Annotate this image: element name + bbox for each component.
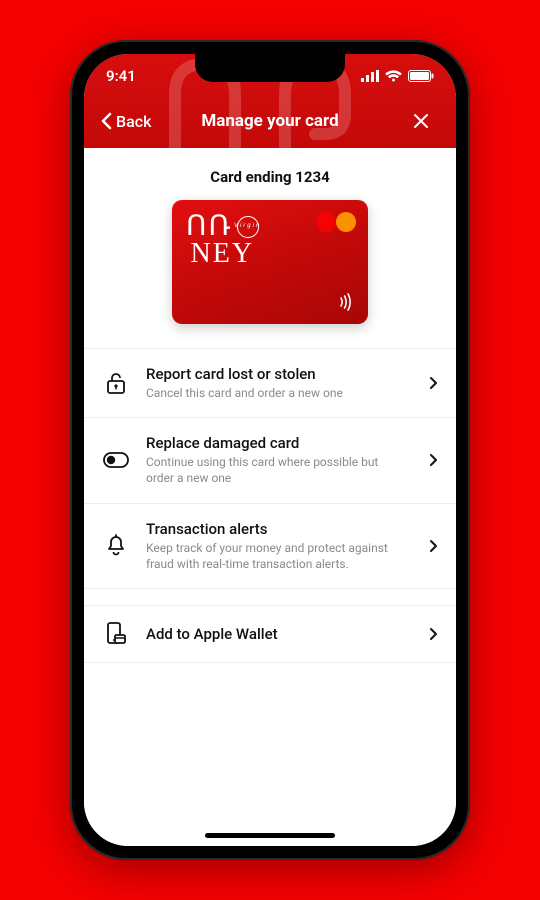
action-replace-card[interactable]: Replace damaged card Continue using this… bbox=[84, 418, 456, 503]
action-transaction-alerts[interactable]: Transaction alerts Keep track of your mo… bbox=[84, 504, 456, 589]
stage: 9:41 bbox=[0, 0, 540, 900]
lock-icon bbox=[105, 371, 127, 395]
content: Card ending 1234 ՈՌ Virgin NEY bbox=[84, 148, 456, 846]
home-indicator[interactable] bbox=[205, 833, 335, 838]
status-icons bbox=[361, 70, 434, 82]
contactless-icon bbox=[338, 292, 356, 312]
virgin-badge-icon: Virgin bbox=[237, 216, 259, 238]
card-title: Card ending 1234 bbox=[84, 168, 456, 186]
action-lost-stolen[interactable]: Report card lost or stolen Cancel this c… bbox=[84, 349, 456, 418]
chevron-right-icon bbox=[429, 539, 438, 553]
list-gap bbox=[84, 589, 456, 599]
status-time: 9:41 bbox=[106, 67, 136, 85]
page-title: Manage your card bbox=[201, 111, 338, 131]
action-label: Add to Apple Wallet bbox=[146, 625, 413, 643]
card-brand-logo: ՈՌ Virgin NEY bbox=[186, 214, 259, 267]
action-label: Report card lost or stolen bbox=[146, 365, 413, 383]
cellular-icon bbox=[361, 70, 379, 82]
close-button[interactable] bbox=[412, 112, 440, 130]
action-label: Transaction alerts bbox=[146, 520, 413, 538]
wifi-icon bbox=[385, 70, 402, 82]
card-image: ՈՌ Virgin NEY bbox=[172, 200, 368, 324]
chevron-right-icon bbox=[429, 453, 438, 467]
close-icon bbox=[412, 112, 430, 130]
mastercard-icon bbox=[325, 212, 356, 232]
chevron-right-icon bbox=[429, 376, 438, 390]
action-sub: Keep track of your money and protect aga… bbox=[146, 540, 406, 572]
nav-bar: Back Manage your card bbox=[84, 98, 456, 148]
actions-list: Report card lost or stolen Cancel this c… bbox=[84, 349, 456, 663]
chevron-right-icon bbox=[429, 627, 438, 641]
phone-frame: 9:41 bbox=[70, 40, 470, 860]
card-toggle-icon bbox=[103, 452, 129, 468]
action-sub: Continue using this card where possible … bbox=[146, 454, 406, 486]
bell-icon bbox=[105, 534, 127, 558]
screen: 9:41 bbox=[84, 54, 456, 846]
phone-card-icon bbox=[105, 622, 127, 646]
notch bbox=[195, 54, 345, 82]
action-apple-wallet[interactable]: Add to Apple Wallet bbox=[84, 605, 456, 663]
battery-icon bbox=[408, 70, 434, 82]
action-label: Replace damaged card bbox=[146, 434, 413, 452]
card-section: Card ending 1234 ՈՌ Virgin NEY bbox=[84, 148, 456, 349]
action-sub: Cancel this card and order a new one bbox=[146, 385, 406, 401]
chevron-left-icon bbox=[100, 112, 112, 130]
back-button[interactable]: Back bbox=[100, 112, 151, 131]
back-label: Back bbox=[116, 112, 151, 131]
